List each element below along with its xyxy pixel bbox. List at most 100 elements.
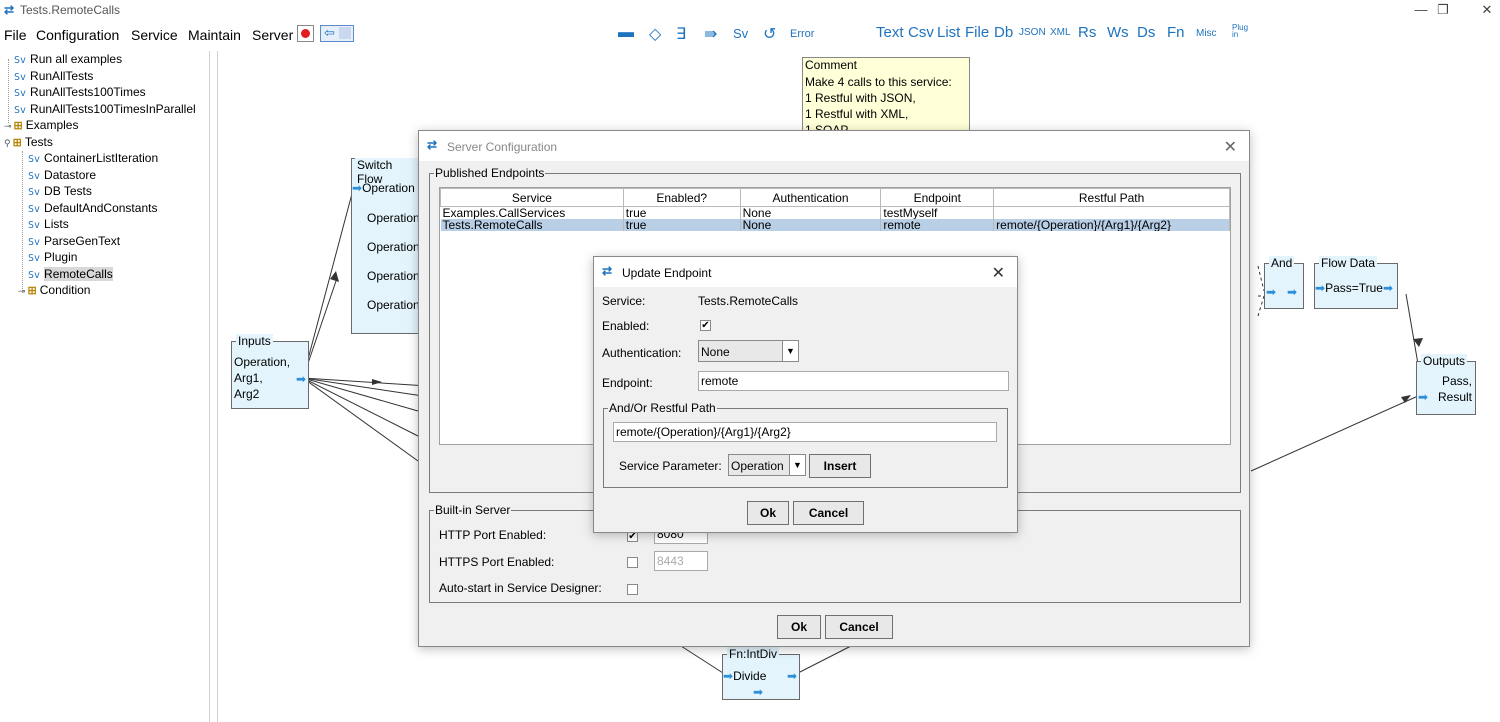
db-icon[interactable]: Db <box>994 24 1013 41</box>
file-icon[interactable]: File <box>965 24 989 41</box>
diamond-icon[interactable]: ◇ <box>649 24 661 44</box>
package-icon: ⊞ <box>12 136 22 149</box>
tree-item[interactable]: Sv ParseGenText <box>28 234 120 250</box>
tree-folder[interactable]: ⚲ ⊞ Tests <box>4 135 53 151</box>
expand-icon[interactable]: ⊸ <box>4 121 12 131</box>
menu-maintain[interactable]: Maintain <box>188 27 241 43</box>
connector-line <box>1405 293 1419 365</box>
outputs-node[interactable]: Outputs Pass, Result ➡ <box>1416 354 1476 415</box>
arrow-left-icon: ⇦ <box>324 25 335 40</box>
loop-icon[interactable]: ↺ <box>763 24 776 44</box>
autostart-checkbox[interactable] <box>627 584 638 595</box>
fn-intdiv-node[interactable]: Fn:IntDiv ➡Divide ➡ ➡ <box>722 647 800 700</box>
tree-item[interactable]: Sv Plugin <box>28 250 77 266</box>
menu-service[interactable]: Service <box>131 27 178 43</box>
service-icon: Sv <box>28 187 41 198</box>
expand-icon[interactable]: ⊸ <box>18 286 26 296</box>
input-arrow-icon: ➡ <box>1315 281 1326 295</box>
table-cell: true <box>623 219 741 231</box>
output-field-name: Pass, <box>1441 374 1472 388</box>
https-port-field[interactable]: 8443 <box>654 551 708 571</box>
expand-icon[interactable]: ⚲ <box>4 138 11 148</box>
dialog-title: Server Configuration <box>447 140 558 154</box>
tree-item[interactable]: Sv RunAllTests100Times <box>14 85 146 101</box>
triple-arrow-icon[interactable]: ⇛ <box>704 24 717 44</box>
table-row[interactable]: Tests.RemoteCalls true None remote remot… <box>440 219 1230 231</box>
tree-item[interactable]: Sv ContainerListIteration <box>28 151 158 167</box>
and-node[interactable]: And ➡ ➡ <box>1264 256 1304 309</box>
insert-button[interactable]: Insert <box>809 454 871 478</box>
fn-icon[interactable]: Fn <box>1167 24 1185 41</box>
close-button[interactable]: ✕ <box>1464 0 1500 20</box>
tree-item[interactable]: Sv RunAllTests <box>14 69 93 85</box>
csv-icon[interactable]: Csv <box>908 24 934 41</box>
table-row[interactable]: Examples.CallServices true None testMyse… <box>440 206 1230 219</box>
https-port-checkbox[interactable] <box>627 557 638 568</box>
disk-icon[interactable]: ▬ <box>618 24 634 42</box>
exists-icon[interactable]: ∃ <box>676 24 686 44</box>
tree-item[interactable]: Sv Datastore <box>28 168 96 184</box>
tree-item-label: DB Tests <box>44 184 92 198</box>
sv-icon[interactable]: Sv <box>733 26 748 41</box>
cancel-button[interactable]: Cancel <box>793 501 864 525</box>
column-header[interactable]: Authentication <box>739 188 882 207</box>
text-icon[interactable]: Text <box>876 24 904 41</box>
xml-icon[interactable]: XML <box>1050 27 1071 38</box>
menu-file[interactable]: File <box>4 27 27 43</box>
column-header[interactable]: Enabled? <box>622 188 741 207</box>
switch-flow-node[interactable]: Switch Flow ➡Operation Operation Operati… <box>351 158 421 334</box>
maximize-button[interactable]: ❐ <box>1420 0 1466 20</box>
restful-path-field[interactable]: remote/{Operation}/{Arg1}/{Arg2} <box>613 422 997 442</box>
record-button[interactable] <box>297 25 314 42</box>
tree-item[interactable]: Sv RunAllTests100TimesInParallel <box>14 102 196 118</box>
column-header[interactable]: Restful Path <box>993 188 1230 207</box>
service-icon: Sv <box>14 104 27 116</box>
dialog-title-bar: ⇄ Server Configuration ✕ <box>419 131 1249 161</box>
column-header[interactable]: Endpoint <box>880 188 995 207</box>
tree-item[interactable]: Sv DB Tests <box>28 184 92 200</box>
tree-folder[interactable]: ⊸ ⊞ Examples <box>4 118 78 134</box>
cancel-button[interactable]: Cancel <box>825 615 893 639</box>
service-label: Service: <box>602 294 646 308</box>
tree-item-label: Plugin <box>44 250 78 264</box>
menu-server[interactable]: Server <box>252 27 293 43</box>
tree-folder[interactable]: ⊸ ⊞ Condition <box>18 283 90 299</box>
menu-configuration[interactable]: Configuration <box>36 27 119 43</box>
and-title: And <box>1269 256 1295 270</box>
rs-icon[interactable]: Rs <box>1078 24 1096 41</box>
ok-button[interactable]: Ok <box>777 615 821 639</box>
endpoint-field[interactable]: remote <box>698 371 1009 391</box>
record-icon <box>301 29 310 38</box>
close-icon[interactable]: ✕ <box>1224 137 1237 157</box>
app-icon: ⇄ <box>4 3 15 17</box>
tree-item[interactable]: Sv Run all examples <box>14 52 122 68</box>
flow-data-node[interactable]: Flow Data ➡Pass=True➡ <box>1314 256 1398 309</box>
endpoint-label: Endpoint: <box>602 376 653 390</box>
json-icon[interactable]: JSON <box>1019 27 1046 38</box>
comment-line: 1 Restful with JSON, <box>805 91 916 105</box>
comment-node[interactable]: Comment Make 4 calls to this service: 1 … <box>802 57 970 137</box>
inputs-node[interactable]: Inputs Operation, Arg1, Arg2 ➡ <box>231 334 309 409</box>
ok-button[interactable]: Ok <box>747 501 789 525</box>
dialog-title: Update Endpoint <box>622 266 712 280</box>
switch-flow-row: Operation <box>367 240 420 254</box>
tree-item-label: Lists <box>44 217 69 231</box>
plugin-icon[interactable]: Plug in <box>1232 24 1256 39</box>
input-arrow-icon: ➡ <box>352 181 363 195</box>
tree-item[interactable]: Sv DefaultAndConstants <box>28 201 157 217</box>
outputs-title: Outputs <box>1421 354 1468 368</box>
error-icon[interactable]: Error <box>790 28 814 40</box>
tree-item[interactable]: Sv RemoteCalls <box>28 266 113 283</box>
output-arrow-icon: ➡ <box>1287 285 1298 299</box>
misc-icon[interactable]: Misc <box>1196 28 1217 39</box>
enabled-checkbox[interactable]: ✔ <box>700 320 711 331</box>
ws-icon[interactable]: Ws <box>1107 24 1129 41</box>
column-header[interactable]: Service <box>440 188 624 207</box>
tree-item[interactable]: Sv Lists <box>28 217 69 233</box>
toggle-arrows-button[interactable]: ⇦ <box>320 25 354 42</box>
close-icon[interactable]: ✕ <box>992 263 1005 283</box>
authentication-select[interactable]: None ▼ <box>698 340 799 362</box>
list-icon[interactable]: List <box>937 24 960 41</box>
ds-icon[interactable]: Ds <box>1137 24 1155 41</box>
service-parameter-select[interactable]: Operation ▼ <box>728 454 806 476</box>
